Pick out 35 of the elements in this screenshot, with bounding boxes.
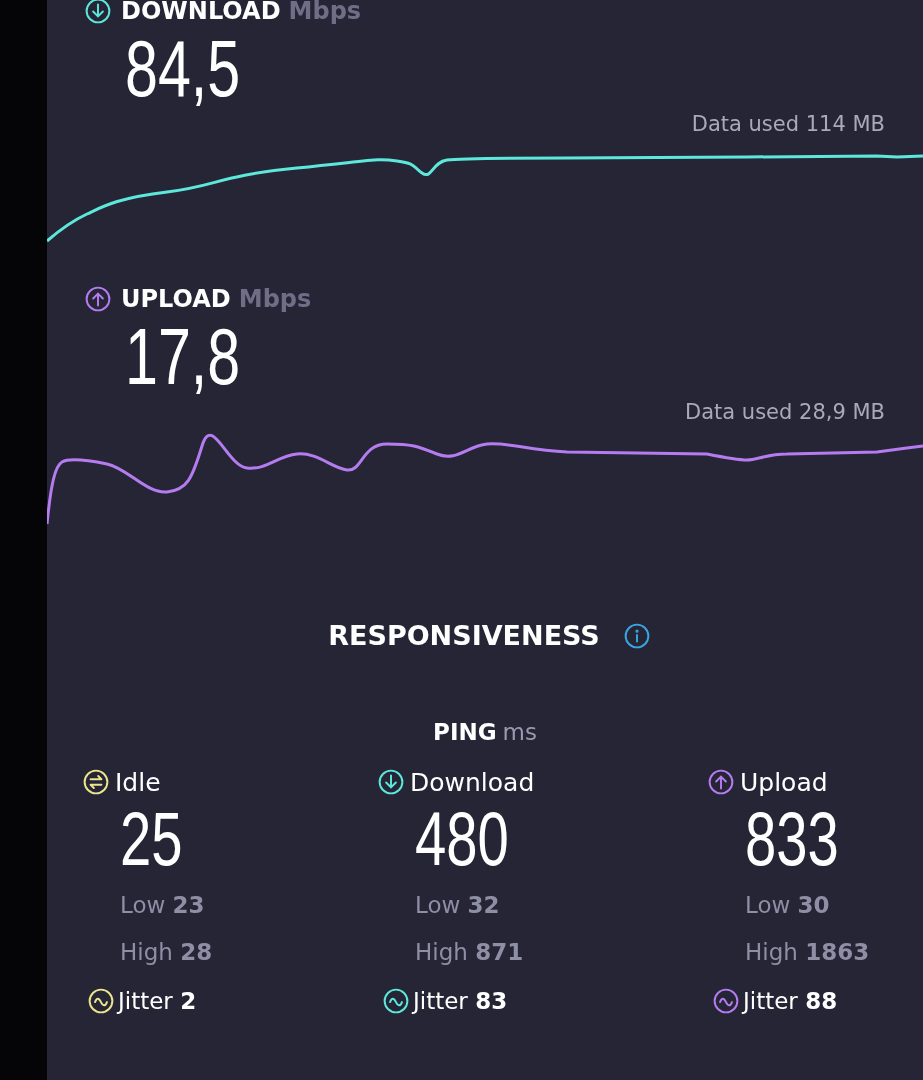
info-icon[interactable] [623, 622, 650, 649]
ping-value: 480 [415, 801, 509, 877]
low-text: Low 30 [745, 891, 830, 918]
wave-icon [383, 988, 409, 1014]
speed-value: 17,8 [125, 317, 241, 397]
low-text: Low 32 [415, 891, 500, 918]
wave-icon [713, 988, 739, 1014]
speed-value: 84,5 [125, 29, 241, 109]
speed-label: UPLOAD [121, 285, 231, 313]
unit-label: ms [502, 719, 537, 745]
jitter-text: Jitter 88 [743, 988, 838, 1014]
ping-type-label: Idle [115, 767, 161, 797]
ping-type-label: Upload [740, 767, 828, 797]
ping-value: 833 [745, 801, 839, 877]
swap-arrows-icon [83, 769, 109, 795]
high-text: High 1863 [745, 938, 870, 965]
jitter-text: Jitter 83 [413, 988, 508, 1014]
ping-label: PING [433, 719, 497, 745]
arrow-down-icon [85, 0, 111, 24]
data-used-text: Data used 28,9 MB [685, 400, 885, 424]
arrow-down-icon [378, 769, 404, 795]
high-text: High 871 [415, 938, 524, 965]
arrow-up-icon [708, 769, 734, 795]
jitter-text: Jitter 2 [118, 988, 197, 1014]
data-used-text: Data used 114 MB [691, 112, 885, 136]
high-text: High 28 [120, 938, 213, 965]
arrow-up-icon [85, 286, 111, 312]
speed-label: DOWNLOAD [121, 0, 281, 25]
ping-value: 25 [120, 801, 183, 877]
ping-type-label: Download [410, 767, 535, 797]
unit-label: Mbps [238, 285, 312, 313]
wave-icon [88, 988, 114, 1014]
unit-label: Mbps [288, 0, 362, 25]
section-title: RESPONSIVENESS [328, 620, 600, 651]
low-text: Low 23 [120, 891, 205, 918]
